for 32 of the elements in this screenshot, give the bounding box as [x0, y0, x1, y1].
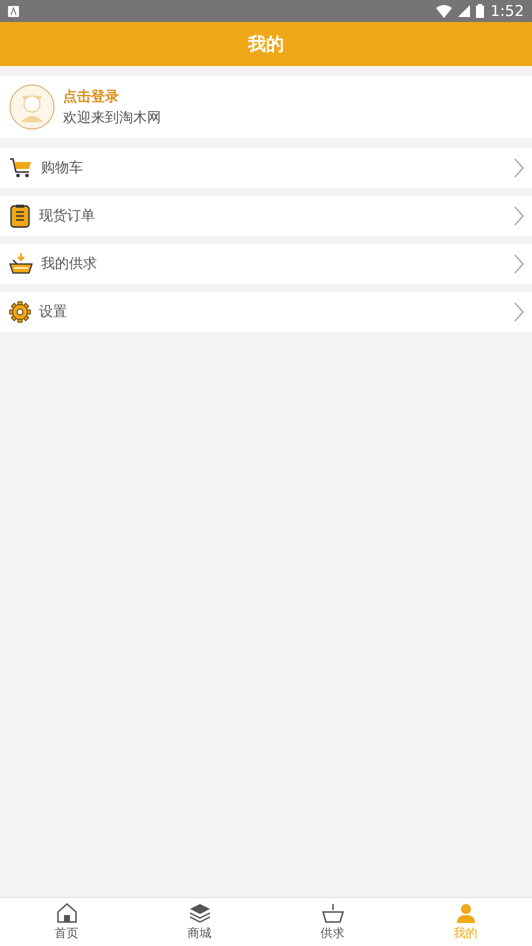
menu-label: 现货订单: [39, 207, 96, 225]
chevron-right-icon: [514, 158, 524, 178]
nav-tab[interactable]: 商城: [133, 898, 266, 946]
menu-item[interactable]: 我的供求: [0, 244, 532, 284]
chevron-right-icon: [514, 254, 524, 274]
cart-icon: [9, 157, 33, 179]
menu-label: 购物车: [41, 159, 84, 177]
layers-icon: [188, 902, 210, 922]
page-title: 我的: [248, 33, 284, 56]
signal-icon: [458, 5, 470, 17]
menu-label: 设置: [39, 303, 68, 321]
login-card[interactable]: 点击登录 欢迎来到淘木网: [0, 76, 532, 138]
menu-item[interactable]: 设置: [0, 292, 532, 332]
settings-icon: [9, 301, 31, 323]
nav-tab[interactable]: 供求: [266, 898, 399, 946]
welcome-text: 欢迎来到淘木网: [63, 108, 161, 126]
menu-label: 我的供求: [41, 255, 98, 273]
basket-icon: [322, 902, 344, 922]
home-icon: [56, 902, 78, 922]
chevron-right-icon: [514, 206, 524, 226]
battery-icon: [476, 4, 484, 18]
avatar-icon: [9, 84, 55, 130]
basket-icon: [9, 252, 33, 276]
wifi-icon: [436, 4, 452, 18]
chevron-right-icon: [514, 302, 524, 322]
notification-icon: [8, 6, 19, 16]
nav-tab[interactable]: 首页: [0, 898, 133, 946]
menu-item[interactable]: 购物车: [0, 148, 532, 188]
menu-item[interactable]: 现货订单: [0, 196, 532, 236]
clipboard-icon: [9, 204, 31, 228]
person-icon: [454, 902, 476, 922]
status-time: 1:52: [490, 2, 524, 20]
